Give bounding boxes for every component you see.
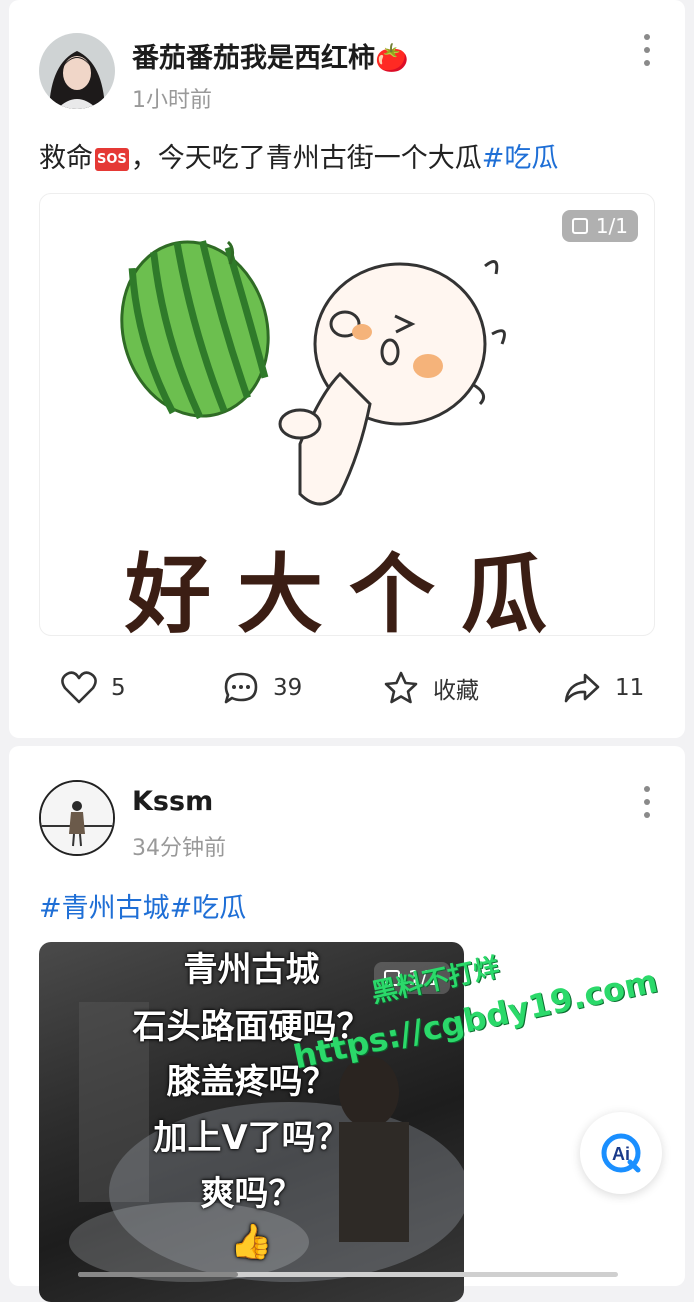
collect-label: 收藏 xyxy=(433,678,479,704)
comment-button[interactable]: 39 xyxy=(223,666,302,710)
post-time: 34分钟前 xyxy=(132,836,226,861)
image-counter-text: 1/1 xyxy=(595,214,628,238)
video-text-line: 👍 xyxy=(230,1222,273,1262)
post-time: 1小时前 xyxy=(132,88,212,113)
share-count: 11 xyxy=(615,675,645,701)
post-text-part: ，今天吃了青州古街一个大瓜 xyxy=(130,143,482,174)
hashtag-link[interactable]: #青州古城#吃瓜 xyxy=(39,886,246,925)
like-count: 5 xyxy=(111,675,126,701)
more-options-icon[interactable] xyxy=(637,786,657,822)
ai-assistant-button[interactable]: Ai xyxy=(580,1112,662,1194)
collect-button[interactable]: 收藏 xyxy=(383,666,479,710)
share-button[interactable]: 11 xyxy=(563,666,644,710)
avatar[interactable] xyxy=(39,33,115,109)
share-icon xyxy=(564,673,600,703)
hashtag-link[interactable]: #吃瓜 xyxy=(482,143,559,174)
post-text: 救命 SOS ，今天吃了青州古街一个大瓜#吃瓜 xyxy=(39,136,558,175)
post-card[interactable]: Kssm 34分钟前 #青州古城#吃瓜 青州古城 石头路面硬吗？ 膝盖疼吗？ 加… xyxy=(9,746,685,1302)
comment-count: 39 xyxy=(273,675,303,701)
more-options-icon[interactable] xyxy=(637,34,657,70)
star-icon xyxy=(384,671,418,704)
ai-icon: Ai xyxy=(601,1133,641,1173)
video-text-line: 爽吗？ xyxy=(200,1174,303,1214)
username[interactable]: Kssm xyxy=(132,786,213,817)
comment-icon xyxy=(224,672,258,704)
sos-emoji: SOS xyxy=(95,148,129,171)
post-image[interactable]: 好大个瓜 1/1 xyxy=(39,193,655,636)
pages-icon xyxy=(571,218,588,234)
video-text-line: 加上V了吗？ xyxy=(153,1118,350,1158)
post-card[interactable]: 番茄番茄我是西红柿🍅 1小时前 救命SOS，今天吃了青州古街一个大瓜#吃瓜 xyxy=(9,0,685,738)
scroll-indicator xyxy=(78,1272,618,1277)
action-bar: 5 39 收藏 11 xyxy=(9,666,685,710)
avatar[interactable] xyxy=(39,780,115,856)
image-caption: 好大个瓜 xyxy=(125,544,573,636)
post-text-part: 救命 xyxy=(39,143,93,174)
video-text-line: 膝盖疼吗？ xyxy=(166,1062,337,1102)
username[interactable]: 番茄番茄我是西红柿🍅 xyxy=(132,36,409,75)
heart-icon xyxy=(61,671,97,704)
image-counter: 1/1 xyxy=(561,210,638,242)
ai-label: Ai xyxy=(612,1144,630,1164)
like-button[interactable]: 5 xyxy=(61,666,126,710)
